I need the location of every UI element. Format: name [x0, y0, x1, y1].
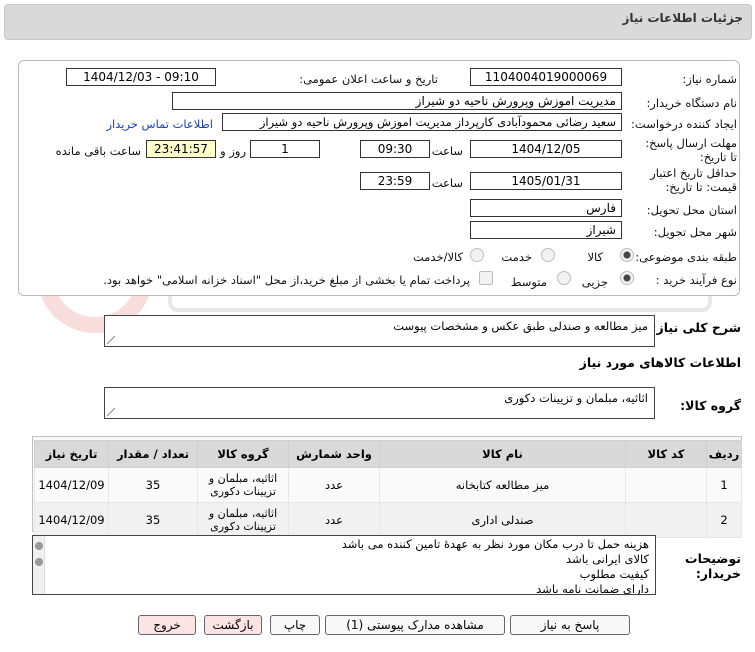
- print-button[interactable]: چاپ: [270, 615, 320, 635]
- need-number-label: شماره نیاز:: [682, 72, 737, 86]
- requester-field: سعید رضائی محمودآبادی کارپرداز مدیریت ام…: [222, 113, 622, 131]
- goods-group-text: اثاثیه، مبلمان و تزیینات دکوری: [504, 391, 648, 405]
- col-header-code: کد کالا: [625, 440, 707, 468]
- category-radio-goods[interactable]: [620, 248, 634, 262]
- deadline-time-label: ساعت: [431, 144, 463, 158]
- buyer-org-label: نام دستگاه خریدار:: [646, 96, 737, 110]
- category-option-goods-service: کالا/خدمت: [412, 250, 463, 264]
- buyer-org-field: مدیریت اموزش وپرورش ناحیه دو شیراز: [172, 92, 622, 110]
- cell-group: اثاثیه، مبلمان و تزیینات دکوری: [197, 502, 289, 538]
- notes-line: کالای ایرانی باشد: [566, 552, 649, 566]
- scroll-down-icon[interactable]: [35, 558, 43, 566]
- cell-row: 2: [706, 502, 742, 538]
- page-title: جزئیات اطلاعات نیاز: [622, 11, 743, 25]
- cell-group: اثاثیه، مبلمان و تزیینات دکوری: [197, 467, 289, 503]
- announce-label: تاریخ و ساعت اعلان عمومی:: [299, 72, 438, 86]
- validity-time-field: 23:59: [360, 172, 430, 190]
- category-label: طبقه بندی موضوعی:: [635, 250, 737, 264]
- col-header-unit: واحد شمارش: [288, 440, 380, 468]
- remaining-time-field: 23:41:57: [146, 140, 216, 158]
- process-option-minor: جزیی: [581, 275, 608, 289]
- days-label: روز و: [220, 144, 246, 158]
- notes-scrollbar[interactable]: [33, 536, 45, 594]
- process-radio-medium[interactable]: [557, 271, 571, 285]
- goods-group-label: گروه کالا:: [680, 398, 741, 413]
- table-row: 1 میز مطالعه کتابخانه عدد اثاثیه، مبلمان…: [34, 467, 742, 503]
- col-header-qty: تعداد / مقدار: [108, 440, 198, 468]
- resize-grip-icon[interactable]: [107, 408, 115, 416]
- notes-line: کیفیت مطلوب: [579, 567, 649, 581]
- deadline-date-field: 1404/12/05: [470, 140, 622, 158]
- cell-qty: 35: [108, 502, 198, 538]
- deadline-label: مهلت ارسال پاسخ: تا تاریخ:: [645, 136, 737, 164]
- announce-field: 1404/12/03 - 09:10: [66, 68, 216, 86]
- buyer-notes-label: توضیحات خریدار:: [685, 551, 741, 581]
- days-remaining-field: 1: [250, 140, 320, 158]
- treasury-payment-checkbox[interactable]: [479, 271, 493, 285]
- validity-label: حداقل تاریخ اعتبار قیمت: تا تاریخ:: [650, 166, 737, 194]
- city-label: شهر محل تحویل:: [653, 225, 737, 239]
- goods-info-title: اطلاعات کالاهای مورد نیاز: [579, 355, 741, 370]
- back-button[interactable]: بازگشت: [204, 615, 262, 635]
- cell-date: 1404/12/09: [34, 467, 109, 503]
- items-table: ردیف کد کالا نام کالا واحد شمارش گروه کا…: [34, 440, 742, 538]
- process-option-medium: متوسط: [510, 275, 547, 289]
- validity-date-field: 1405/01/31: [470, 172, 622, 190]
- category-option-goods: کالا: [587, 250, 603, 264]
- province-label: استان محل تحویل:: [646, 203, 737, 217]
- reply-button[interactable]: پاسخ به نیاز: [510, 615, 630, 635]
- category-radio-service[interactable]: [541, 248, 555, 262]
- table-row: 2 صندلی اداری عدد اثاثیه، مبلمان و تزیین…: [34, 502, 742, 538]
- notes-line: دارای ضمانت نامه باشد: [536, 582, 649, 595]
- cell-code: [625, 502, 707, 538]
- summary-label: شرح کلی نیاز:: [651, 320, 741, 335]
- notes-line: هزینه حمل تا درب مکان مورد نظر به عهدهٔ …: [341, 537, 649, 551]
- cell-unit: عدد: [288, 502, 380, 538]
- col-header-group: گروه کالا: [197, 440, 289, 468]
- remaining-label: ساعت باقی مانده: [55, 144, 141, 158]
- cell-name: صندلی اداری: [379, 502, 626, 538]
- category-option-service: خدمت: [501, 250, 532, 264]
- col-header-date: تاریخ نیاز: [34, 440, 109, 468]
- scroll-up-icon[interactable]: [35, 542, 43, 550]
- need-number-field: 1104004019000069: [470, 68, 622, 86]
- cell-qty: 35: [108, 467, 198, 503]
- summary-text: میز مطالعه و صندلی طبق عکس و مشخصات پیوس…: [393, 319, 648, 333]
- col-header-row: ردیف: [706, 440, 742, 468]
- cell-date: 1404/12/09: [34, 502, 109, 538]
- cell-row: 1: [706, 467, 742, 503]
- cell-unit: عدد: [288, 467, 380, 503]
- cell-code: [625, 467, 707, 503]
- process-type-label: نوع فرآیند خرید :: [655, 273, 737, 287]
- col-header-name: نام کالا: [379, 440, 626, 468]
- summary-textarea[interactable]: میز مطالعه و صندلی طبق عکس و مشخصات پیوس…: [104, 315, 655, 347]
- cell-name: میز مطالعه کتابخانه: [379, 467, 626, 503]
- treasury-payment-note: پرداخت تمام یا بخشی از مبلغ خرید،از محل …: [103, 273, 470, 287]
- category-radio-goods-service[interactable]: [470, 248, 484, 262]
- requester-label: ایجاد کننده درخواست:: [631, 117, 737, 131]
- view-attachments-button[interactable]: مشاهده مدارک پیوستی (1): [325, 615, 505, 635]
- process-radio-minor[interactable]: [620, 271, 634, 285]
- province-field: فارس: [470, 199, 622, 217]
- goods-group-textarea[interactable]: اثاثیه، مبلمان و تزیینات دکوری: [104, 387, 655, 419]
- buyer-notes-textarea[interactable]: هزینه حمل تا درب مکان مورد نظر به عهدهٔ …: [32, 535, 656, 595]
- items-table-container: ردیف کد کالا نام کالا واحد شمارش گروه کا…: [32, 436, 742, 538]
- buyer-contact-link[interactable]: اطلاعات تماس خریدار: [106, 117, 213, 131]
- city-field: شیراز: [470, 221, 622, 239]
- resize-grip-icon[interactable]: [107, 336, 115, 344]
- validity-time-label: ساعت: [431, 176, 463, 190]
- exit-button[interactable]: خروج: [138, 615, 196, 635]
- deadline-time-field: 09:30: [360, 140, 430, 158]
